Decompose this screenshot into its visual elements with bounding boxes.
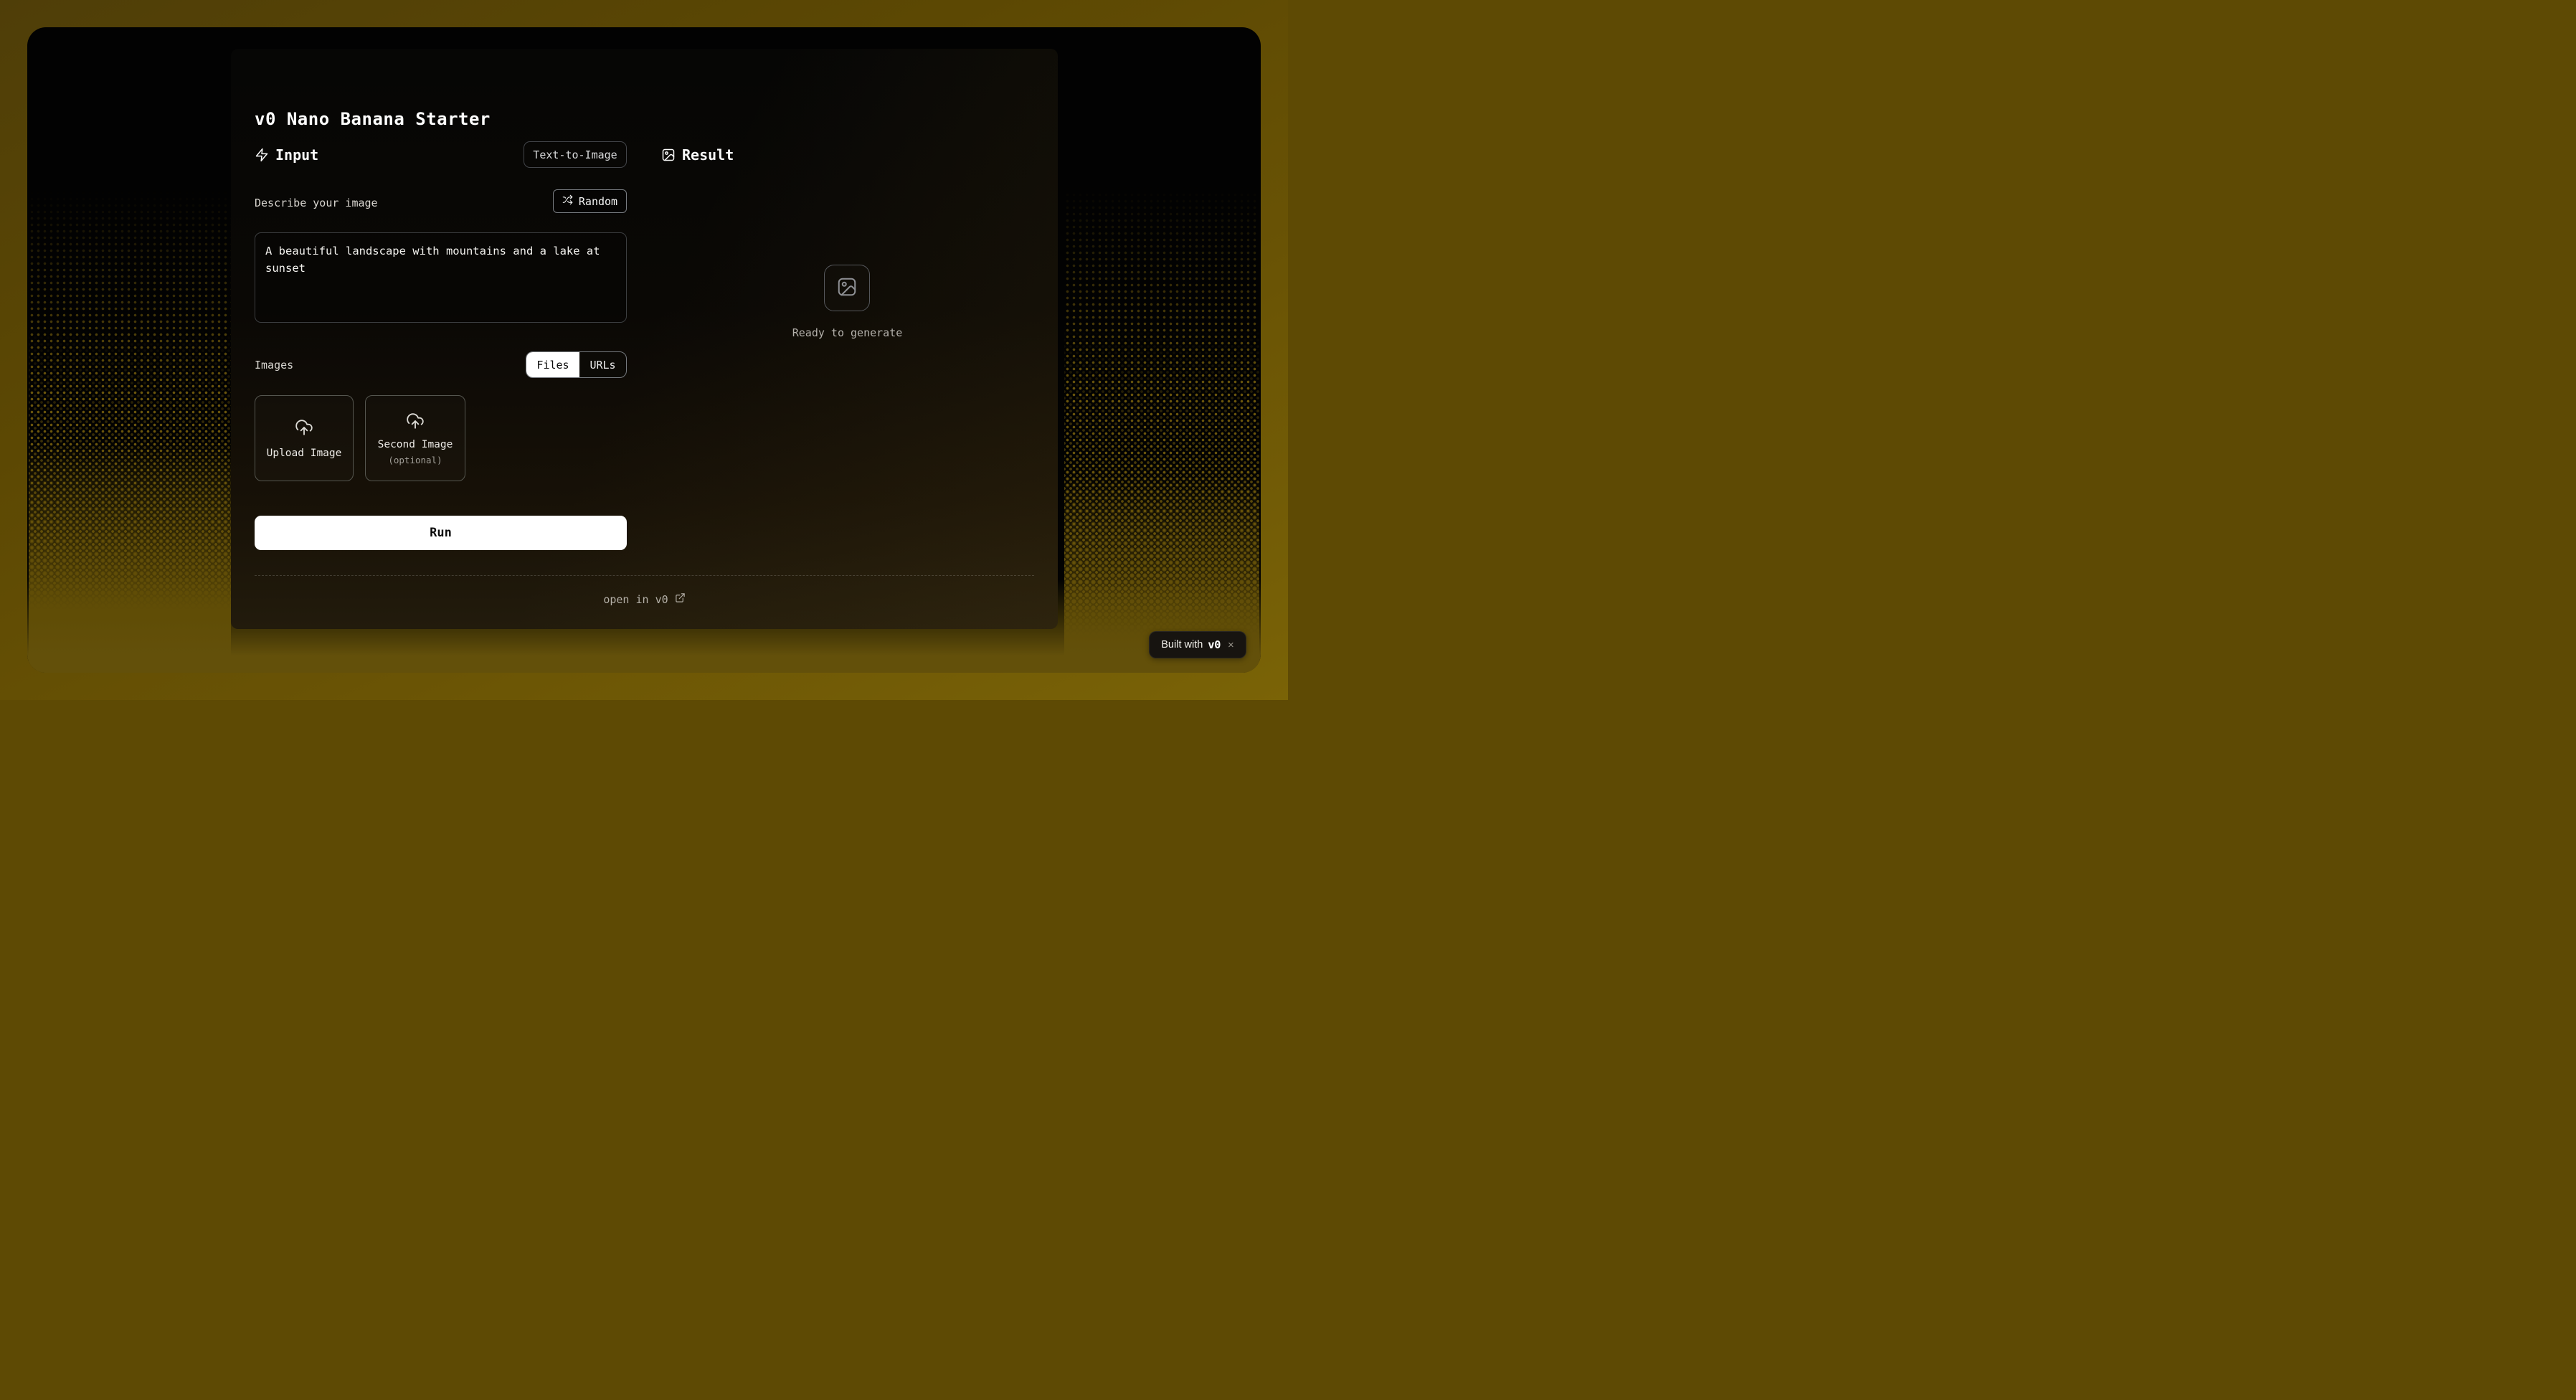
gold-flood <box>29 189 231 673</box>
random-button-label: Random <box>579 195 617 208</box>
image-icon <box>836 276 858 301</box>
footer-divider <box>255 575 1034 576</box>
external-link-icon <box>675 592 686 606</box>
input-heading: Input <box>275 146 318 164</box>
dither-dots-sparse <box>29 189 231 673</box>
shuffle-icon <box>562 194 573 208</box>
upload-image-label: Upload Image <box>267 448 342 459</box>
input-section-header: Input <box>255 146 318 164</box>
dither-dots-medium <box>1064 185 1259 673</box>
upload-image-dropzone[interactable]: Upload Image <box>255 395 354 481</box>
result-heading: Result <box>682 146 734 164</box>
open-in-v0-label: open in v0 <box>603 593 668 606</box>
dither-dots-dense <box>29 189 231 673</box>
page-title: v0 Nano Banana Starter <box>255 109 491 129</box>
run-button[interactable]: Run <box>255 516 627 550</box>
toggle-urls[interactable]: URLs <box>579 352 626 377</box>
app-card: v0 Nano Banana Starter Input Text-to-Ima… <box>27 27 1261 673</box>
open-in-v0-link[interactable]: open in v0 <box>231 592 1058 606</box>
app-panel: v0 Nano Banana Starter Input Text-to-Ima… <box>231 49 1058 629</box>
dither-pattern-right <box>1064 185 1259 673</box>
dither-pattern-left <box>29 189 231 673</box>
built-with-v0-badge[interactable]: Built with v0 × <box>1149 631 1246 658</box>
random-button[interactable]: Random <box>553 189 627 213</box>
images-label: Images <box>255 359 293 372</box>
page-background: v0 Nano Banana Starter Input Text-to-Ima… <box>0 0 1288 700</box>
second-image-optional-note: (optional) <box>388 455 442 465</box>
toggle-files[interactable]: Files <box>526 352 579 377</box>
prompt-label: Describe your image <box>255 197 378 209</box>
prompt-textarea[interactable]: A beautiful landscape with mountains and… <box>255 232 627 323</box>
result-placeholder-box <box>824 265 870 311</box>
mode-text-to-image-button[interactable]: Text-to-Image <box>524 141 627 168</box>
result-status-text: Ready to generate <box>661 326 1033 339</box>
badge-text: Built with <box>1161 639 1203 651</box>
cloud-upload-icon <box>295 418 313 440</box>
dither-dots-dense <box>1064 185 1259 673</box>
image-source-toggle: Files URLs <box>526 351 627 378</box>
second-image-dropzone[interactable]: Second Image (optional) <box>365 395 465 481</box>
dither-dots-sparse <box>1064 185 1259 673</box>
cloud-upload-icon <box>406 412 425 433</box>
v0-logo: v0 <box>1208 638 1221 651</box>
dither-dots-medium <box>29 189 231 673</box>
gold-flood <box>1064 185 1259 673</box>
close-icon[interactable]: × <box>1228 640 1234 651</box>
image-icon <box>661 148 676 162</box>
second-image-label: Second Image <box>378 439 453 450</box>
result-section-header: Result <box>661 146 734 164</box>
zap-icon <box>255 148 269 162</box>
